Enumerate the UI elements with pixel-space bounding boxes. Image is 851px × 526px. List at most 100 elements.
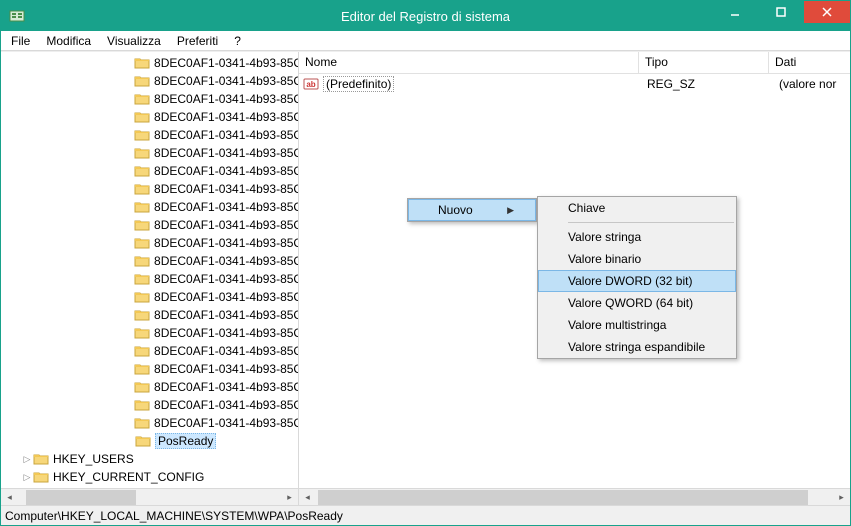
tree-item-guid[interactable]: 8DEC0AF1-0341-4b93-85CD: [1, 216, 298, 234]
tree-item-guid[interactable]: 8DEC0AF1-0341-4b93-85CD: [1, 252, 298, 270]
menu-edit[interactable]: Modifica: [38, 32, 99, 50]
status-path: Computer\HKEY_LOCAL_MACHINE\SYSTEM\WPA\P…: [5, 509, 343, 523]
context-menu-item-nuovo[interactable]: Nuovo ▶: [408, 199, 536, 221]
maximize-button[interactable]: [758, 1, 804, 23]
menu-help[interactable]: ?: [226, 32, 249, 50]
tree-item-guid[interactable]: 8DEC0AF1-0341-4b93-85CD: [1, 234, 298, 252]
submenu-item-valore-qword[interactable]: Valore QWORD (64 bit): [538, 292, 736, 314]
tree-item-guid[interactable]: 8DEC0AF1-0341-4b93-85CD: [1, 144, 298, 162]
tree-item-guid[interactable]: 8DEC0AF1-0341-4b93-85CD: [1, 108, 298, 126]
tree-item-guid[interactable]: 8DEC0AF1-0341-4b93-85CD: [1, 396, 298, 414]
submenu-item-valore-multi[interactable]: Valore multistringa: [538, 314, 736, 336]
regedit-icon: [9, 8, 25, 24]
tree-item-label: 8DEC0AF1-0341-4b93-85CD: [154, 272, 298, 286]
scrollbar-thumb[interactable]: [26, 490, 136, 505]
submenu-item-valore-esp[interactable]: Valore stringa espandibile: [538, 336, 736, 358]
tree-scroll[interactable]: 8DEC0AF1-0341-4b93-85CD 8DEC0AF1-0341-4b9…: [1, 52, 298, 488]
window-controls: [712, 1, 850, 23]
tree-item-label: 8DEC0AF1-0341-4b93-85CD: [154, 56, 298, 70]
minimize-button[interactable]: [712, 1, 758, 23]
tree-item-label: 8DEC0AF1-0341-4b93-85CD: [154, 92, 298, 106]
context-menu-submenu: Chiave Valore stringa Valore binario Val…: [537, 196, 737, 359]
submenu-item-valore-dword[interactable]: Valore DWORD (32 bit): [538, 270, 736, 292]
value-name: (Predefinito): [323, 76, 394, 92]
context-menu-label: Nuovo: [438, 203, 473, 217]
submenu-label: Valore stringa: [568, 230, 641, 244]
tree-item-guid[interactable]: 8DEC0AF1-0341-4b93-85CD: [1, 360, 298, 378]
tree-item-label: 8DEC0AF1-0341-4b93-85CD: [154, 74, 298, 88]
tree-item-guid[interactable]: 8DEC0AF1-0341-4b93-85CD: [1, 378, 298, 396]
menu-view[interactable]: Visualizza: [99, 32, 169, 50]
tree-item-label: 8DEC0AF1-0341-4b93-85CD: [154, 218, 298, 232]
menu-bar: File Modifica Visualizza Preferiti ?: [1, 31, 850, 51]
tree-item-label: 8DEC0AF1-0341-4b93-85CD: [154, 110, 298, 124]
tree-item-label: 8DEC0AF1-0341-4b93-85CD: [154, 200, 298, 214]
tree-item-label: 8DEC0AF1-0341-4b93-85CD: [154, 416, 298, 430]
tree-item-posready[interactable]: PosReady: [1, 432, 298, 450]
tree-item-label: 8DEC0AF1-0341-4b93-85CD: [154, 254, 298, 268]
submenu-label: Valore binario: [568, 252, 641, 266]
tree-expander-icon[interactable]: ▷: [21, 472, 33, 483]
tree-item-guid[interactable]: 8DEC0AF1-0341-4b93-85CD: [1, 180, 298, 198]
value-type: REG_SZ: [647, 77, 695, 91]
context-menu-primary: Nuovo ▶: [407, 198, 537, 222]
value-data: (valore nor: [779, 77, 836, 91]
status-bar: Computer\HKEY_LOCAL_MACHINE\SYSTEM\WPA\P…: [1, 505, 850, 525]
tree-item-guid[interactable]: 8DEC0AF1-0341-4b93-85CD: [1, 414, 298, 432]
tree-item-guid[interactable]: 8DEC0AF1-0341-4b93-85CD: [1, 288, 298, 306]
tree-item-label: 8DEC0AF1-0341-4b93-85CD: [154, 398, 298, 412]
submenu-label: Chiave: [568, 201, 605, 215]
submenu-label: Valore multistringa: [568, 318, 666, 332]
tree-item-label: 8DEC0AF1-0341-4b93-85CD: [154, 182, 298, 196]
submenu-label: Valore DWORD (32 bit): [568, 274, 692, 288]
scrollbar-track[interactable]: [316, 489, 833, 506]
tree-item-guid[interactable]: 8DEC0AF1-0341-4b93-85CD: [1, 54, 298, 72]
submenu-item-valore-binario[interactable]: Valore binario: [538, 248, 736, 270]
tree-item-guid[interactable]: 8DEC0AF1-0341-4b93-85CD: [1, 126, 298, 144]
menu-file[interactable]: File: [3, 32, 38, 50]
list-pane: Nome Tipo Dati ab (Predefinito) REG_SZ (…: [299, 52, 850, 505]
submenu-label: Valore QWORD (64 bit): [568, 296, 693, 310]
tree-item-label: 8DEC0AF1-0341-4b93-85CD: [154, 326, 298, 340]
list-row[interactable]: ab (Predefinito) REG_SZ (valore nor: [299, 74, 850, 94]
scrollbar-thumb[interactable]: [318, 490, 808, 505]
tree-item-guid[interactable]: 8DEC0AF1-0341-4b93-85CD: [1, 162, 298, 180]
tree-item-guid[interactable]: 8DEC0AF1-0341-4b93-85CD: [1, 306, 298, 324]
tree-expander-icon[interactable]: ▷: [21, 454, 33, 465]
column-name[interactable]: Nome: [299, 52, 639, 73]
submenu-label: Valore stringa espandibile: [568, 340, 705, 354]
tree-item-label: PosReady: [155, 433, 216, 449]
submenu-item-chiave[interactable]: Chiave: [538, 197, 736, 219]
scroll-left-arrow-icon[interactable]: ◂: [1, 489, 18, 506]
window-title: Editor del Registro di sistema: [341, 9, 510, 24]
tree-item-guid[interactable]: 8DEC0AF1-0341-4b93-85CD: [1, 198, 298, 216]
menu-favorites[interactable]: Preferiti: [169, 32, 226, 50]
tree-item-label: 8DEC0AF1-0341-4b93-85CD: [154, 344, 298, 358]
scroll-left-arrow-icon[interactable]: ◂: [299, 489, 316, 506]
tree-item-guid[interactable]: 8DEC0AF1-0341-4b93-85CD: [1, 270, 298, 288]
tree-item-label: 8DEC0AF1-0341-4b93-85CD: [154, 362, 298, 376]
title-bar: Editor del Registro di sistema: [1, 1, 850, 31]
tree-item-label: 8DEC0AF1-0341-4b93-85CD: [154, 290, 298, 304]
tree-item-label: 8DEC0AF1-0341-4b93-85CD: [154, 146, 298, 160]
tree-item-guid[interactable]: 8DEC0AF1-0341-4b93-85CD: [1, 324, 298, 342]
tree-item-label: 8DEC0AF1-0341-4b93-85CD: [154, 308, 298, 322]
tree-item-guid[interactable]: 8DEC0AF1-0341-4b93-85CD: [1, 342, 298, 360]
scrollbar-track[interactable]: [18, 489, 281, 506]
tree-item-guid[interactable]: 8DEC0AF1-0341-4b93-85CD: [1, 90, 298, 108]
tree-item-hkey-current-config[interactable]: ▷ HKEY_CURRENT_CONFIG: [1, 468, 298, 486]
submenu-item-valore-stringa[interactable]: Valore stringa: [538, 226, 736, 248]
tree-item-hkey-users[interactable]: ▷HKEY_USERS: [1, 450, 298, 468]
tree-horizontal-scrollbar[interactable]: ◂ ▸: [1, 488, 298, 505]
column-data[interactable]: Dati: [769, 52, 850, 73]
list-header: Nome Tipo Dati: [299, 52, 850, 74]
scroll-right-arrow-icon[interactable]: ▸: [833, 489, 850, 506]
tree-item-guid[interactable]: 8DEC0AF1-0341-4b93-85CD: [1, 72, 298, 90]
tree-item-label: HKEY_CURRENT_CONFIG: [53, 470, 204, 484]
scroll-right-arrow-icon[interactable]: ▸: [281, 489, 298, 506]
column-type[interactable]: Tipo: [639, 52, 769, 73]
close-button[interactable]: [804, 1, 850, 23]
content-area: 8DEC0AF1-0341-4b93-85CD 8DEC0AF1-0341-4b9…: [1, 51, 850, 505]
list-horizontal-scrollbar[interactable]: ◂ ▸: [299, 488, 850, 505]
submenu-arrow-icon: ▶: [507, 205, 514, 216]
